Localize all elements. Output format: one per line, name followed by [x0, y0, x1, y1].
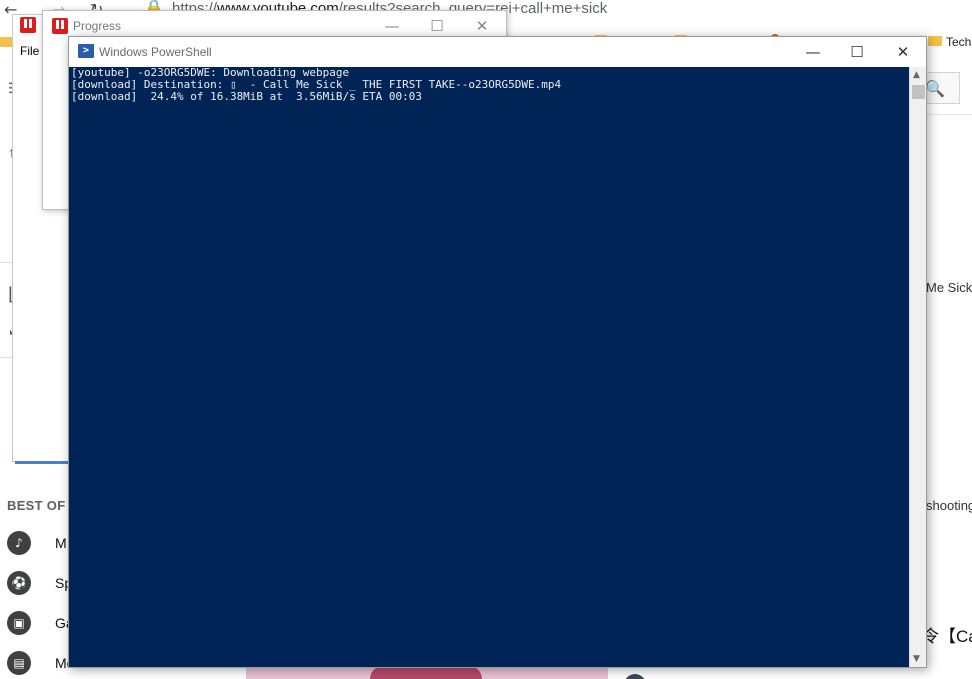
console-line: [download] 24.4% of 16.38MiB at 3.56MiB/…	[71, 90, 422, 103]
sidebar-item-sports[interactable]: ⚽ Sp	[7, 571, 72, 597]
minimize-button[interactable]: —	[377, 15, 407, 37]
divider	[0, 357, 12, 358]
search-icon: 🔍	[925, 81, 945, 98]
scroll-up-icon[interactable]: ▲	[913, 70, 920, 80]
video-title[interactable]: 令【Ca	[922, 622, 972, 647]
divider	[926, 114, 972, 115]
video-title-snippet[interactable]: shooting	[926, 498, 972, 513]
powershell-icon: >	[78, 44, 94, 58]
download-app-icon	[52, 18, 68, 34]
vertical-scrollbar[interactable]: ▲ ▼	[909, 67, 926, 667]
gaming-icon: ▣	[7, 611, 31, 635]
sidebar-item-music[interactable]: ♪ M	[7, 531, 67, 557]
powershell-title: Windows PowerShell	[99, 45, 212, 59]
sidebar-item-label: M	[55, 535, 67, 551]
avatar[interactable]	[624, 674, 646, 679]
movies-icon: ▤	[7, 651, 31, 675]
maximize-button[interactable]: ☐	[835, 40, 879, 64]
scrollbar-thumb[interactable]	[912, 85, 925, 99]
video-title-snippet[interactable]: Me Sick	[926, 280, 972, 295]
console-output[interactable]: [youtube] -o23ORG5DWE: Downloading webpa…	[69, 67, 909, 667]
focus-edge	[15, 461, 69, 464]
sports-icon: ⚽	[7, 571, 31, 595]
bookmark-tech[interactable]: Tech	[946, 35, 971, 49]
sidebar-item-gaming[interactable]: ▣ Ga	[7, 611, 74, 637]
close-button[interactable]: ✕	[467, 15, 497, 37]
progress-title: Progress	[73, 19, 122, 33]
music-icon: ♪	[7, 531, 31, 555]
maximize-button[interactable]: ☐	[422, 15, 452, 37]
file-menu[interactable]: File	[20, 44, 39, 58]
scroll-down-icon[interactable]: ▼	[913, 654, 920, 664]
close-button[interactable]: ✕	[881, 40, 925, 64]
download-app-icon	[20, 17, 36, 33]
powershell-window[interactable]: > Windows PowerShell — ☐ ✕ [youtube] -o2…	[68, 36, 927, 668]
powershell-titlebar[interactable]: > Windows PowerShell — ☐ ✕	[69, 37, 926, 67]
tech-folder-icon[interactable]	[928, 36, 942, 46]
minimize-button[interactable]: —	[791, 40, 835, 64]
divider	[0, 262, 12, 263]
